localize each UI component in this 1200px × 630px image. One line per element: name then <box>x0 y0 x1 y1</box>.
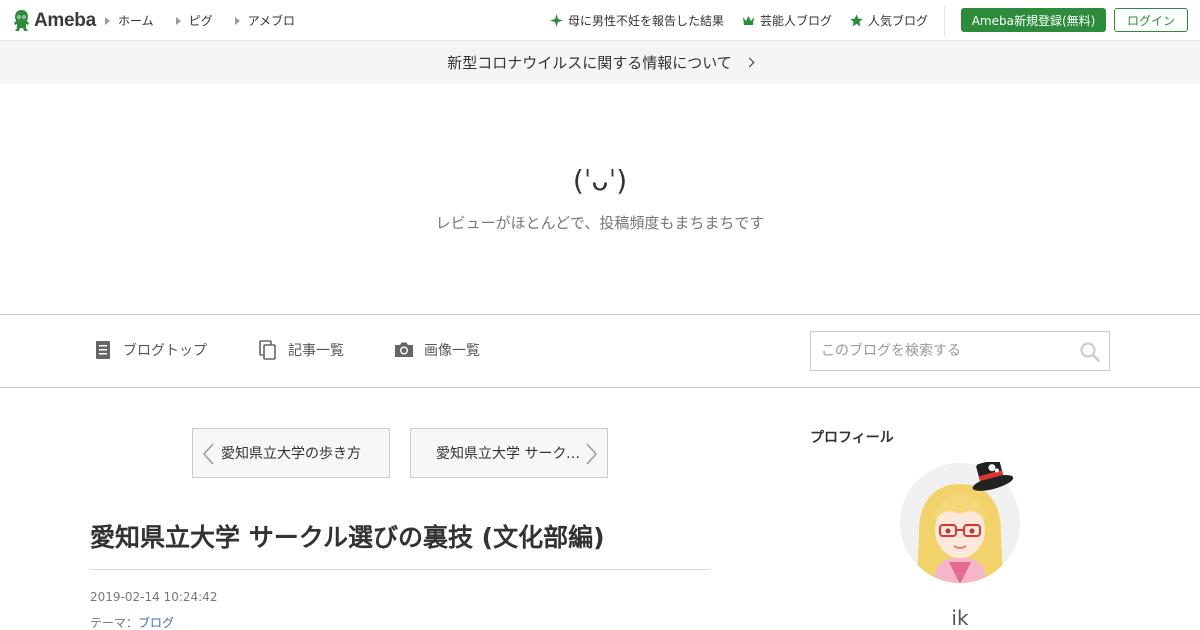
article-theme: テーマ：ブログ <box>90 614 174 630</box>
next-article-button[interactable]: 愛知県立大学 サークル選びの裏技 (文化部編) <box>410 428 608 478</box>
feature-link-celebrity[interactable]: 芸能人ブログ <box>742 12 832 29</box>
blog-description: レビューがほとんどで、投稿頻度もまちまちです <box>435 214 765 232</box>
blog-nav: ブログトップ 記事一覧 画像一覧 <box>0 314 1200 388</box>
copy-icon <box>259 340 276 360</box>
feature-link-label: 母に男性不妊を報告した結果 <box>568 14 725 28</box>
blog-nav-label: 画像一覧 <box>424 343 480 359</box>
header-divider <box>944 6 945 36</box>
nav-item-ameblo[interactable]: アメブロ <box>234 12 296 29</box>
register-button[interactable]: Ameba新規登録(無料) <box>961 8 1106 32</box>
profile-avatar[interactable] <box>899 462 1021 584</box>
next-article-label: 愛知県立大学 サークル選びの裏技 (文化部編) <box>436 446 581 462</box>
profile-name[interactable]: ik <box>810 606 1110 630</box>
feature-link-popular[interactable]: 人気ブログ <box>850 12 928 29</box>
ameba-mascot-icon <box>14 10 29 31</box>
nav-item-label: アメブロ <box>247 14 296 28</box>
article-title-divider <box>90 569 710 570</box>
blog-nav-label: ブログトップ <box>123 343 207 359</box>
chevron-left-icon <box>202 443 214 465</box>
triangle-right-icon <box>234 16 240 25</box>
blog-title[interactable]: (ˈᴗˈ) <box>0 164 1200 197</box>
blog-nav-entries[interactable]: 記事一覧 <box>258 340 344 360</box>
chevron-right-icon <box>586 443 598 465</box>
blog-search <box>810 331 1110 371</box>
blog-nav-top[interactable]: ブログトップ <box>93 340 207 360</box>
blog-search-input[interactable] <box>811 332 1071 370</box>
profile-heading: プロフィール <box>810 430 894 446</box>
feature-link-label: 人気ブログ <box>868 14 929 28</box>
blog-nav-label: 記事一覧 <box>288 343 344 359</box>
nav-item-home[interactable]: ホーム <box>105 12 154 29</box>
feature-link-trending[interactable]: 母に男性不妊を報告した結果 <box>550 12 724 29</box>
search-icon[interactable] <box>1079 341 1101 363</box>
prev-article-label: 愛知県立大学の歩き方 <box>221 446 361 462</box>
nav-item-label: ホーム <box>118 14 154 28</box>
ameba-logo[interactable]: Ameba <box>12 8 96 33</box>
triangle-right-icon <box>105 16 110 25</box>
camera-icon <box>395 342 413 357</box>
covid-notice-link[interactable]: 新型コロナウイルスに関する情報について <box>0 41 1200 84</box>
star-icon <box>850 14 863 27</box>
sparkle-icon <box>550 14 563 27</box>
article-date: 2019-02-14 10:24:42 <box>90 590 218 604</box>
triangle-right-icon <box>175 16 181 25</box>
prev-article-button[interactable]: 愛知県立大学の歩き方 <box>192 428 390 478</box>
theme-link[interactable]: ブログ <box>138 616 174 630</box>
feature-link-label: 芸能人ブログ <box>760 14 833 28</box>
global-header: Ameba ホーム ピグ アメブロ 母に男性不妊を報告した結果 芸能人ブログ 人… <box>0 0 1200 41</box>
blog-nav-images[interactable]: 画像一覧 <box>394 340 480 360</box>
nav-item-label: ピグ <box>188 14 213 28</box>
login-button[interactable]: ログイン <box>1114 8 1188 32</box>
crown-icon <box>743 16 755 25</box>
chevron-right-icon <box>744 57 755 68</box>
feature-links: 母に男性不妊を報告した結果 芸能人ブログ 人気ブログ <box>550 12 928 29</box>
global-nav: ホーム ピグ アメブロ <box>105 12 295 29</box>
article-title[interactable]: 愛知県立大学 サークル選びの裏技 (文化部編) <box>90 518 605 554</box>
blog-header: (ˈᴗˈ) レビューがほとんどで、投稿頻度もまちまちです <box>0 84 1200 314</box>
logo-text: Ameba <box>34 9 96 31</box>
notice-text: 新型コロナウイルスに関する情報について <box>447 54 732 72</box>
nav-item-pigg[interactable]: ピグ <box>175 12 213 29</box>
document-icon <box>96 341 110 359</box>
theme-prefix: テーマ： <box>90 616 139 630</box>
